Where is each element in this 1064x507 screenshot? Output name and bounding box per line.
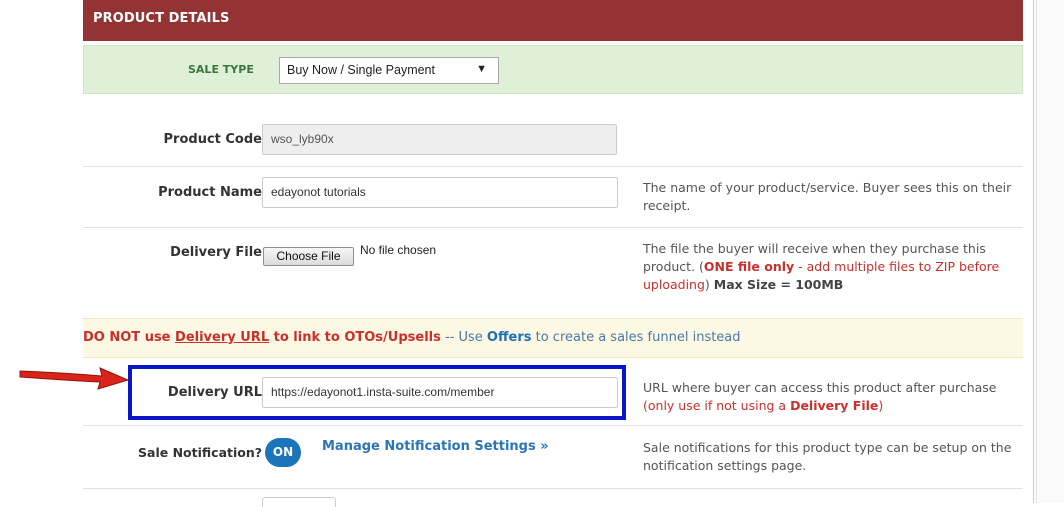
row-divider [83,166,1023,167]
sale-notification-toggle[interactable]: ON [265,438,301,467]
page-edge-line [1036,0,1037,503]
help-text: URL where buyer can access this product … [643,380,997,395]
help-emphasis: (only use if not using a [643,398,791,413]
warning-text: -- Use [440,330,487,345]
help-emphasis: ONE file only [703,259,795,274]
page-edge-shadow [1033,0,1064,503]
sale-notification-help: Sale notifications for this product type… [643,440,1012,473]
warning-text: to create a sales funnel instead [531,330,741,345]
delivery-file-help: The file the buyer will receive when the… [643,240,1018,294]
max-size-text: Max Size = 100MB [713,277,844,292]
product-name-input[interactable]: edayonot tutorials [262,177,618,208]
choose-file-button[interactable]: Choose File [263,247,354,266]
warning-text: DO NOT use [83,330,176,345]
delivery-file-label: Delivery File [170,245,262,260]
product-code-field: wso_lyb90x [262,124,617,155]
sale-type-select[interactable]: Buy Now / Single Payment ▼ [279,57,499,84]
red-arrow-icon [19,367,130,390]
delivery-url-warning: DO NOT use Delivery URL to link to OTOs/… [83,318,1023,358]
help-text: ) [704,277,714,292]
file-status-text: No file chosen [360,243,437,257]
section-title: PRODUCT DETAILS [93,11,230,26]
delivery-url-help: URL where buyer can access this product … [643,379,1018,415]
help-emphasis: Delivery File [790,398,879,413]
help-emphasis: ) [878,398,884,413]
product-name-label: Product Name [158,185,262,200]
highlight-box [128,365,626,420]
sale-type-row: SALE TYPE Buy Now / Single Payment ▼ [83,45,1023,94]
product-name-help: The name of your product/service. Buyer … [643,180,1012,213]
manage-notification-settings-link[interactable]: Manage Notification Settings » [322,439,549,454]
warning-text: to link to OTOs/Upsells [269,330,441,345]
product-code-label: Product Code [163,132,262,147]
sale-notification-label: Sale Notification? [138,445,262,460]
offers-link[interactable]: Offers [487,330,532,345]
row-divider [83,227,1023,228]
row-divider [83,425,1023,426]
sale-type-selected: Buy Now / Single Payment [287,63,435,77]
chevron-down-icon: ▼ [476,63,487,75]
next-row-input[interactable] [262,497,336,507]
row-divider [83,488,1023,489]
section-header: PRODUCT DETAILS [83,0,1023,41]
delivery-url-link[interactable]: Delivery URL [175,330,269,345]
sale-type-label: SALE TYPE [188,63,254,76]
